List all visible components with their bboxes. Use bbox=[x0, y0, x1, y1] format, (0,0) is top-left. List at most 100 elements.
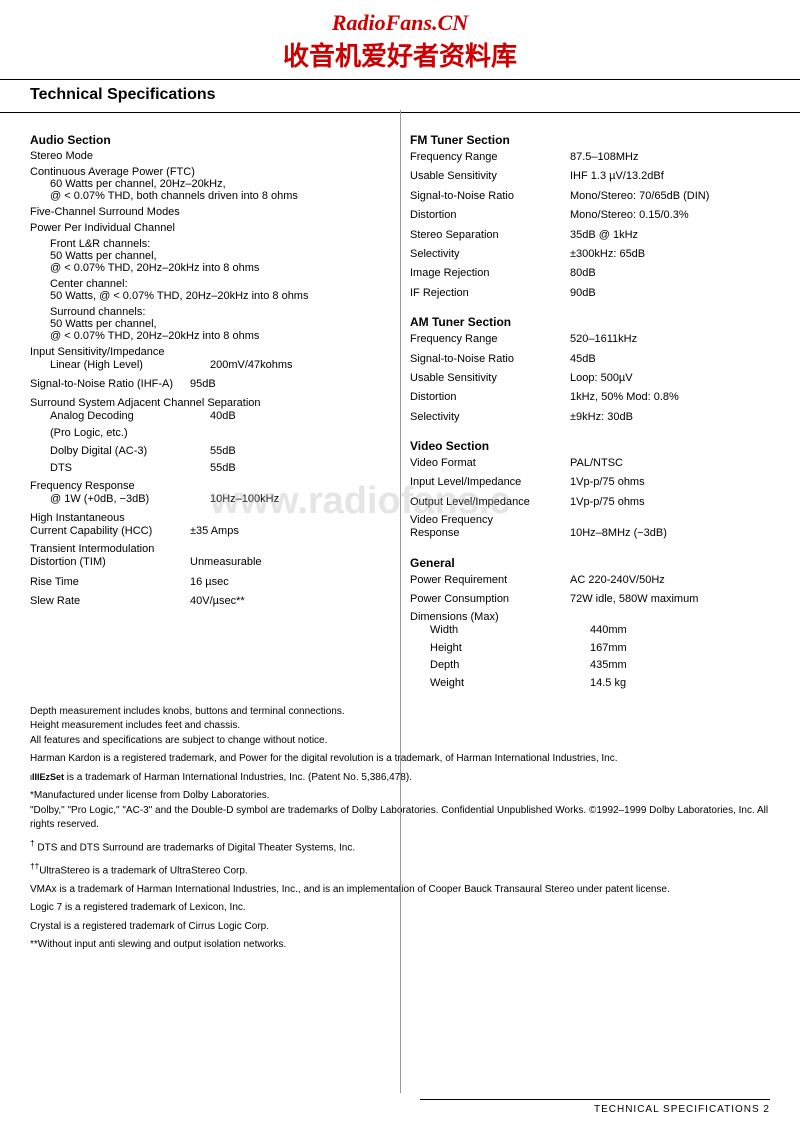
weight-row: Weight 14.5 kg bbox=[430, 676, 770, 691]
fm-if-rej-row: IF Rejection 90dB bbox=[410, 286, 770, 301]
fm-image-rej-val: 80dB bbox=[570, 266, 770, 281]
fm-stereo-sep-val: 35dB @ 1kHz bbox=[570, 228, 770, 243]
fm-image-rej-row: Image Rejection 80dB bbox=[410, 266, 770, 281]
high-inst-label: High Instantaneous bbox=[30, 512, 390, 524]
fm-distortion-val: Mono/Stereo: 0.15/0.3% bbox=[570, 208, 770, 223]
fm-usable-sens-row: Usable Sensitivity IHF 1.3 µV/13.2dBf bbox=[410, 169, 770, 184]
five-channel-label: Five-Channel Surround Modes bbox=[30, 206, 390, 218]
page-header: RadioFans.CN 收音机爱好者资料库 bbox=[0, 0, 800, 79]
video-output-level-val: 1Vp-p/75 ohms bbox=[570, 495, 770, 510]
am-freq-range-val: 520–1611kHz bbox=[570, 332, 770, 347]
left-column: Audio Section Stereo Mode Continuous Ave… bbox=[30, 123, 390, 695]
video-response-row: Response 10Hz–8MHz (−3dB) bbox=[410, 526, 770, 541]
page-title: Technical Specifications bbox=[0, 79, 800, 113]
fm-usable-sens-val: IHF 1.3 µV/13.2dBf bbox=[570, 169, 770, 184]
distortion-val: Unmeasurable bbox=[190, 555, 390, 570]
dimensions-label: Dimensions (Max) bbox=[410, 611, 770, 623]
surround-sep-block: Surround System Adjacent Channel Separat… bbox=[30, 397, 390, 477]
fm-stereo-sep-row: Stereo Separation 35dB @ 1kHz bbox=[410, 228, 770, 243]
surround-val2: @ < 0.07% THD, 20Hz–20kHz into 8 ohms bbox=[50, 330, 390, 342]
power-60w-line1: 60 Watts per channel, 20Hz–20kHz, bbox=[50, 178, 390, 190]
dolby-row: Dolby Digital (AC-3) 55dB bbox=[50, 444, 390, 459]
weight-val: 14.5 kg bbox=[590, 676, 770, 691]
dts-label: DTS bbox=[50, 461, 210, 476]
surround-block: Surround channels: 50 Watts per channel,… bbox=[50, 306, 390, 342]
power-cons-val: 72W idle, 580W maximum bbox=[570, 592, 770, 607]
video-format-val: PAL/NTSC bbox=[570, 456, 770, 471]
general-section-title: General bbox=[410, 556, 770, 570]
rise-time-row: Rise Time 16 µsec bbox=[30, 575, 390, 590]
transient-label: Transient Intermodulation bbox=[30, 543, 390, 555]
page-footer: TECHNICAL SPECIFICATIONS 2 bbox=[420, 1099, 770, 1115]
audio-section-title: Audio Section bbox=[30, 133, 390, 147]
power-individual-label: Power Per Individual Channel bbox=[30, 222, 390, 234]
fm-if-rej-label: IF Rejection bbox=[410, 286, 570, 301]
video-format-row: Video Format PAL/NTSC bbox=[410, 456, 770, 471]
width-val: 440mm bbox=[590, 623, 770, 638]
video-freq-label: Video Frequency bbox=[410, 514, 770, 526]
depth-row: Depth 435mm bbox=[430, 658, 770, 673]
vertical-divider bbox=[400, 110, 401, 1093]
fm-selectivity-label: Selectivity bbox=[410, 247, 570, 262]
am-usable-sens-val: Loop: 500µV bbox=[570, 371, 770, 386]
fm-freq-range-val: 87.5–108MHz bbox=[570, 150, 770, 165]
slew-rate-row: Slew Rate 40V/µsec** bbox=[30, 594, 390, 609]
am-freq-range-label: Frequency Range bbox=[410, 332, 570, 347]
linear-val: 200mV/47kohms bbox=[210, 358, 390, 373]
right-column: FM Tuner Section Frequency Range 87.5–10… bbox=[410, 123, 770, 695]
surround-label: Surround channels: bbox=[50, 306, 390, 318]
fm-if-rej-val: 90dB bbox=[570, 286, 770, 301]
video-input-level-val: 1Vp-p/75 ohms bbox=[570, 475, 770, 490]
dolby-label: Dolby Digital (AC-3) bbox=[50, 444, 210, 459]
snr-val: 95dB bbox=[190, 377, 390, 392]
freq-resp-val: 10Hz–100kHz bbox=[210, 492, 390, 507]
power-req-label: Power Requirement bbox=[410, 573, 570, 588]
freq-resp-sub-row: @ 1W (+0dB, −3dB) 10Hz–100kHz bbox=[50, 492, 390, 507]
high-inst-block: High Instantaneous Current Capability (H… bbox=[30, 512, 390, 539]
fm-distortion-row: Distortion Mono/Stereo: 0.15/0.3% bbox=[410, 208, 770, 223]
video-response-val: 10Hz–8MHz (−3dB) bbox=[570, 526, 770, 541]
fm-freq-range-label: Frequency Range bbox=[410, 150, 570, 165]
video-section-title: Video Section bbox=[410, 439, 770, 453]
transient-block: Transient Intermodulation Distortion (TI… bbox=[30, 543, 390, 570]
front-lr-val1: 50 Watts per channel, bbox=[50, 250, 390, 262]
fm-snr-row: Signal-to-Noise Ratio Mono/Stereo: 70/65… bbox=[410, 189, 770, 204]
slew-rate-val: 40V/µsec** bbox=[190, 594, 390, 609]
site-title-en: RadioFans.CN bbox=[0, 10, 800, 36]
am-section-title: AM Tuner Section bbox=[410, 315, 770, 329]
weight-label: Weight bbox=[430, 676, 590, 691]
video-output-level-label: Output Level/Impedance bbox=[410, 495, 570, 510]
analog-val: 40dB bbox=[210, 409, 390, 424]
linear-row: Linear (High Level) 200mV/47kohms bbox=[50, 358, 390, 373]
fm-snr-label: Signal-to-Noise Ratio bbox=[410, 189, 570, 204]
power-cons-label: Power Consumption bbox=[410, 592, 570, 607]
am-usable-sens-label: Usable Sensitivity bbox=[410, 371, 570, 386]
power-cons-row: Power Consumption 72W idle, 580W maximum bbox=[410, 592, 770, 607]
power-req-row: Power Requirement AC 220-240V/50Hz bbox=[410, 573, 770, 588]
am-snr-label: Signal-to-Noise Ratio bbox=[410, 352, 570, 367]
fm-stereo-sep-label: Stereo Separation bbox=[410, 228, 570, 243]
video-output-level-row: Output Level/Impedance 1Vp-p/75 ohms bbox=[410, 495, 770, 510]
site-title-cn: 收音机爱好者资料库 bbox=[0, 36, 800, 73]
am-selectivity-row: Selectivity ±9kHz: 30dB bbox=[410, 410, 770, 425]
current-cap-row: Current Capability (HCC) ±35 Amps bbox=[30, 524, 390, 539]
center-block: Center channel: 50 Watts, @ < 0.07% THD,… bbox=[50, 278, 390, 302]
am-freq-range-row: Frequency Range 520–1611kHz bbox=[410, 332, 770, 347]
width-row: Width 440mm bbox=[430, 623, 770, 638]
video-format-label: Video Format bbox=[410, 456, 570, 471]
am-snr-val: 45dB bbox=[570, 352, 770, 367]
video-freq-block: Video Frequency Response 10Hz–8MHz (−3dB… bbox=[410, 514, 770, 541]
center-val1: 50 Watts, @ < 0.07% THD, 20Hz–20kHz into… bbox=[50, 290, 390, 302]
fm-usable-sens-label: Usable Sensitivity bbox=[410, 169, 570, 184]
analog-label: Analog Decoding bbox=[50, 409, 210, 424]
input-sens-label: Input Sensitivity/Impedance bbox=[30, 346, 390, 358]
am-selectivity-label: Selectivity bbox=[410, 410, 570, 425]
snr-label: Signal-to-Noise Ratio (IHF-A) bbox=[30, 377, 190, 392]
fm-image-rej-label: Image Rejection bbox=[410, 266, 570, 281]
linear-label: Linear (High Level) bbox=[50, 358, 210, 373]
input-sens-block: Input Sensitivity/Impedance Linear (High… bbox=[30, 346, 390, 373]
fm-section-title: FM Tuner Section bbox=[410, 133, 770, 147]
dolby-val: 55dB bbox=[210, 444, 390, 459]
current-cap-label: Current Capability (HCC) bbox=[30, 524, 190, 539]
fm-selectivity-row: Selectivity ±300kHz: 65dB bbox=[410, 247, 770, 262]
